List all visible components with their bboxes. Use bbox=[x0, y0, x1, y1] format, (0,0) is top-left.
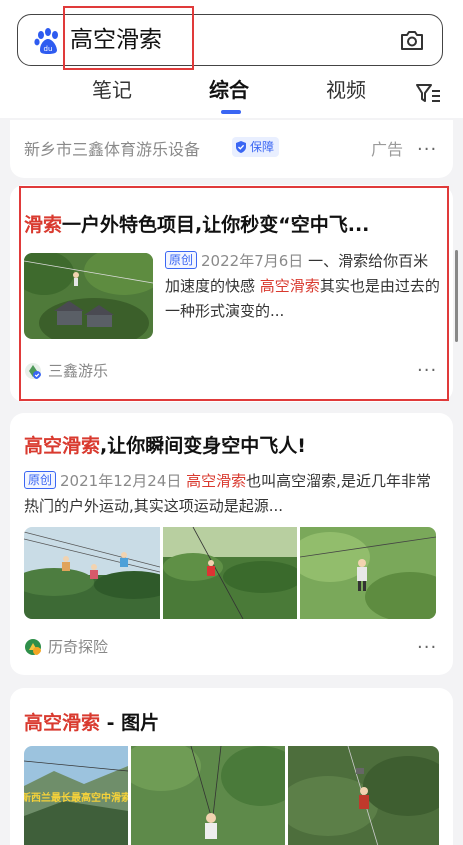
snippet-keyword: 高空滑索 bbox=[186, 472, 247, 490]
result-card-images[interactable]: 高空滑索 - 图片 新西兰最长最高空中滑索 bbox=[10, 688, 453, 845]
scrollbar[interactable] bbox=[455, 250, 458, 342]
guarantee-label: 保障 bbox=[250, 140, 275, 154]
title-keyword: 高空滑索 bbox=[24, 712, 101, 734]
zipline-over-trees-photo bbox=[163, 527, 297, 619]
guarantee-badge: 保障 bbox=[232, 137, 280, 157]
result-image-1[interactable] bbox=[24, 527, 160, 619]
active-tab-indicator bbox=[221, 110, 241, 114]
svg-text:du: du bbox=[44, 45, 53, 53]
tab-video[interactable]: 视频 bbox=[326, 76, 366, 104]
advertiser-name[interactable]: 新乡市三鑫体育游乐设备 bbox=[24, 136, 200, 160]
more-options-icon[interactable]: ··· bbox=[417, 141, 437, 159]
result-title[interactable]: 高空滑索 - 图片 bbox=[24, 710, 159, 736]
original-badge: 原创 bbox=[24, 471, 57, 489]
ad-card[interactable]: 新乡市三鑫体育游乐设备 保障 广告 ··· bbox=[10, 120, 453, 178]
result-snippet: 原创 2021年12月24日 高空滑索也叫高空溜索,是近几年非常热门的户外运动,其… bbox=[24, 469, 444, 519]
zipline-rider-photo bbox=[300, 527, 436, 619]
image-result-1[interactable]: 新西兰最长最高空中滑索 bbox=[24, 746, 128, 845]
tab-notes[interactable]: 笔记 bbox=[92, 76, 132, 104]
result-card-2[interactable]: 高空滑索,让你瞬间变身空中飞人! 原创 2021年12月24日 高空滑索也叫高空溜… bbox=[10, 413, 453, 675]
image-result-2[interactable] bbox=[131, 746, 285, 845]
query-highlight-box bbox=[63, 6, 194, 70]
ziplining-group-photo bbox=[24, 527, 160, 619]
publish-date: 2021年12月24日 bbox=[60, 472, 182, 490]
source-avatar-icon bbox=[25, 638, 41, 655]
title-text: ,让你瞬间变身空中飞人! bbox=[100, 435, 306, 457]
title-keyword: 高空滑索 bbox=[24, 435, 101, 457]
title-text: - 图片 bbox=[100, 712, 160, 734]
camera-icon[interactable] bbox=[399, 28, 425, 52]
image-result-3[interactable] bbox=[288, 746, 439, 845]
source-name: 历奇探险 bbox=[48, 638, 109, 656]
tab-all[interactable]: 综合 bbox=[209, 76, 249, 104]
shield-check-icon bbox=[236, 141, 246, 153]
filter-icon[interactable] bbox=[415, 82, 441, 104]
zipline-rider-forest-photo bbox=[288, 746, 439, 845]
image-caption: 新西兰最长最高空中滑索 bbox=[24, 791, 128, 804]
ad-label: 广告 bbox=[371, 140, 404, 159]
zipline-platform-photo bbox=[131, 746, 285, 845]
result-title[interactable]: 高空滑索,让你瞬间变身空中飞人! bbox=[24, 433, 306, 459]
result-tabs: 笔记 综合 视频 bbox=[0, 70, 463, 114]
result-highlight-box bbox=[19, 186, 449, 401]
baidu-paw-logo-icon: du bbox=[34, 28, 58, 54]
more-options-icon[interactable]: ··· bbox=[417, 639, 437, 657]
result-image-3[interactable] bbox=[300, 527, 436, 619]
result-source[interactable]: 历奇探险 bbox=[24, 636, 108, 657]
zipline-valley-photo: 新西兰最长最高空中滑索 bbox=[24, 746, 128, 845]
result-image-2[interactable] bbox=[163, 527, 297, 619]
